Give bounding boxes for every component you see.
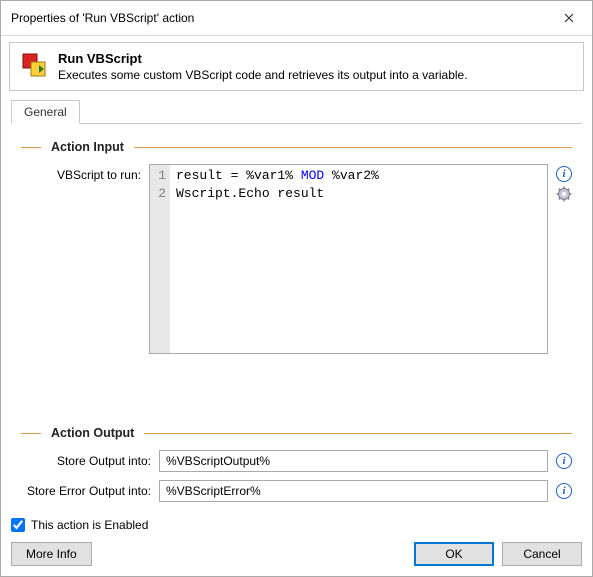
dialog-footer: This action is Enabled More Info OK Canc…	[11, 518, 582, 566]
close-icon	[564, 13, 574, 23]
run-vbscript-icon	[20, 51, 48, 82]
store-error-field[interactable]	[159, 480, 548, 502]
tab-panel-general: Action Input VBScript to run: 1 2 result…	[11, 124, 582, 518]
info-icon[interactable]: i	[556, 483, 572, 499]
action-header: Run VBScript Executes some custom VBScri…	[9, 42, 584, 91]
store-output-row: Store Output into: i	[21, 450, 572, 472]
window-title: Properties of 'Run VBScript' action	[11, 11, 194, 25]
store-error-row: Store Error Output into: i	[21, 480, 572, 502]
code-content[interactable]: result = %var1% MOD %var2% Wscript.Echo …	[170, 165, 547, 353]
vbscript-editor[interactable]: 1 2 result = %var1% MOD %var2% Wscript.E…	[149, 164, 548, 354]
store-output-field[interactable]	[159, 450, 548, 472]
info-icon[interactable]: i	[556, 453, 572, 469]
button-row: More Info OK Cancel	[11, 542, 582, 566]
line-number: 1	[152, 167, 166, 185]
cancel-button[interactable]: Cancel	[502, 542, 582, 566]
enabled-row[interactable]: This action is Enabled	[11, 518, 582, 532]
action-description: Executes some custom VBScript code and r…	[58, 68, 468, 82]
title-bar: Properties of 'Run VBScript' action	[1, 1, 592, 36]
enabled-label: This action is Enabled	[31, 518, 148, 532]
section-heading-input: Action Input	[21, 140, 572, 154]
code-gutter: 1 2	[150, 165, 170, 353]
ok-button[interactable]: OK	[414, 542, 494, 566]
info-icon[interactable]: i	[556, 166, 572, 182]
section-input-label: Action Input	[51, 140, 124, 154]
vbscript-label: VBScript to run:	[21, 164, 141, 182]
line-number: 2	[152, 185, 166, 203]
gear-icon[interactable]	[556, 186, 572, 202]
action-title: Run VBScript	[58, 51, 468, 66]
section-output-label: Action Output	[51, 426, 134, 440]
tab-strip: General	[11, 99, 582, 124]
vbscript-row: VBScript to run: 1 2 result = %var1% MOD…	[21, 164, 572, 354]
section-heading-output: Action Output	[21, 426, 572, 440]
tab-general[interactable]: General	[11, 100, 80, 124]
store-error-label: Store Error Output into:	[21, 484, 151, 498]
store-output-label: Store Output into:	[21, 454, 151, 468]
more-info-button[interactable]: More Info	[11, 542, 92, 566]
enabled-checkbox[interactable]	[11, 518, 25, 532]
close-button[interactable]	[554, 7, 584, 29]
